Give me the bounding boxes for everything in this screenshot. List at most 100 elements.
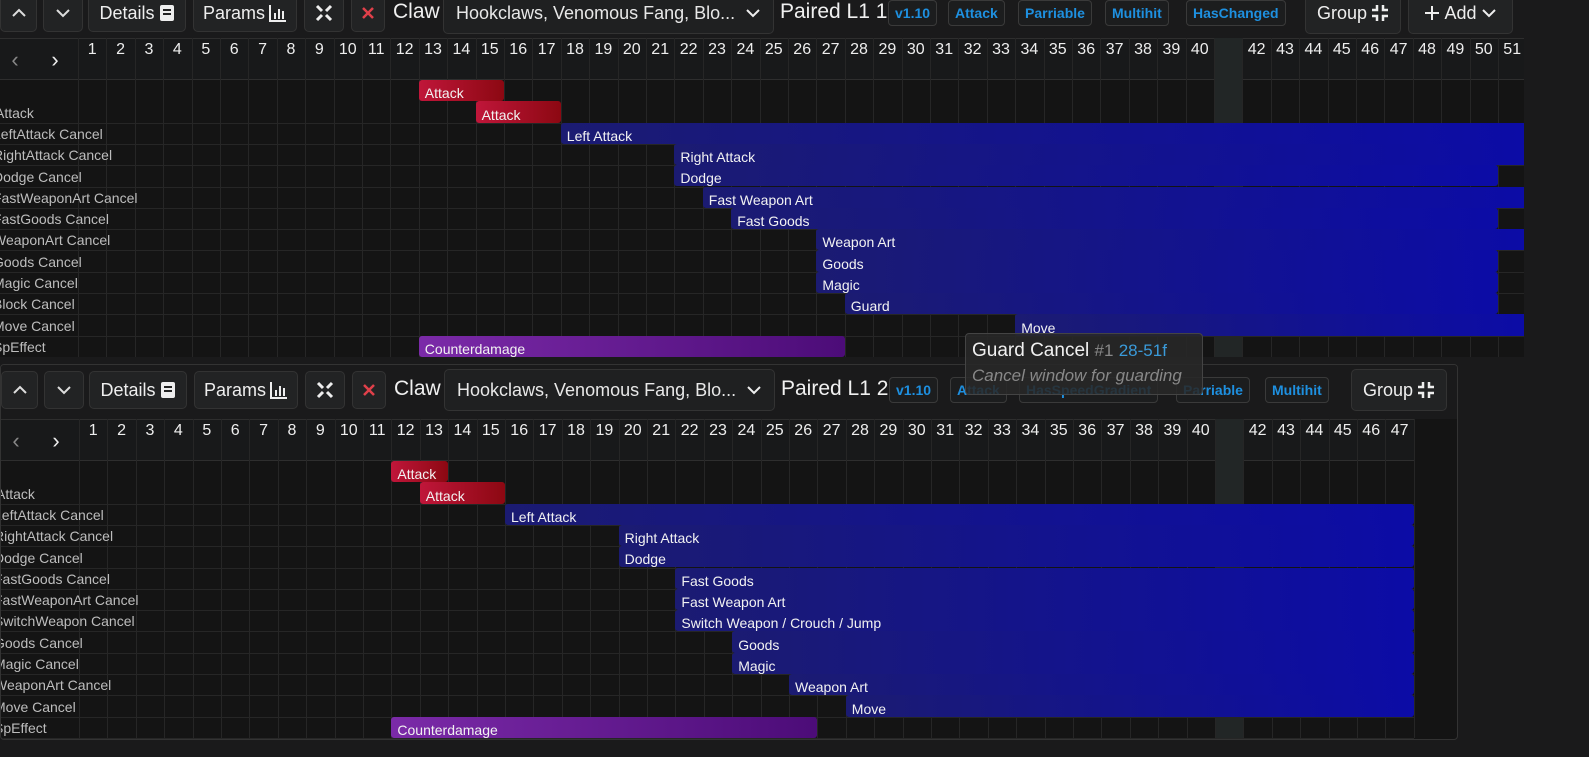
frame-number[interactable]: 47 <box>1385 422 1413 440</box>
frame-number[interactable]: 6 <box>220 41 248 59</box>
frame-number[interactable]: 4 <box>164 422 192 440</box>
frame-number[interactable]: 34 <box>1015 41 1043 59</box>
frame-number[interactable]: 51 <box>1498 41 1524 59</box>
frame-number[interactable]: 2 <box>107 422 135 440</box>
frame-number[interactable]: 20 <box>619 422 647 440</box>
frame-number[interactable]: 15 <box>477 422 505 440</box>
frame-number[interactable]: 10 <box>334 41 362 59</box>
group-button[interactable]: Group <box>1305 0 1401 34</box>
frame-number[interactable]: 37 <box>1101 422 1129 440</box>
frame-number[interactable]: 27 <box>817 422 845 440</box>
timeline-bar-cancel[interactable]: Move <box>845 695 1414 717</box>
frame-number[interactable]: 49 <box>1441 41 1469 59</box>
timeline-bar-cancel[interactable]: Goods <box>732 631 1414 653</box>
frame-number[interactable]: 40 <box>1186 41 1214 59</box>
timeline-bar-attack[interactable]: Attack <box>419 482 505 504</box>
weapon-select[interactable]: Hookclaws, Venomous Fang, Blo... <box>444 369 775 411</box>
frame-number[interactable]: 14 <box>448 422 476 440</box>
frame-number[interactable]: 50 <box>1470 41 1498 59</box>
frame-number[interactable]: 29 <box>873 41 901 59</box>
frame-number[interactable]: 19 <box>590 422 618 440</box>
frame-number[interactable]: 3 <box>135 41 163 59</box>
frame-number[interactable]: 5 <box>193 422 221 440</box>
timeline-bar-cancel[interactable]: Dodge <box>618 546 1414 568</box>
frame-number[interactable]: 46 <box>1356 41 1384 59</box>
frame-number[interactable]: 24 <box>731 41 759 59</box>
frame-number[interactable]: 23 <box>703 41 731 59</box>
collapse-button[interactable] <box>304 0 344 32</box>
frame-number[interactable]: 26 <box>789 422 817 440</box>
frame-number[interactable]: 30 <box>903 422 931 440</box>
frame-number[interactable]: 46 <box>1357 422 1385 440</box>
remove-button[interactable] <box>351 0 385 32</box>
frame-number[interactable]: 33 <box>988 422 1016 440</box>
frame-number[interactable]: 25 <box>760 41 788 59</box>
collapse-button[interactable] <box>305 371 345 409</box>
frame-number[interactable]: 3 <box>136 422 164 440</box>
frame-number[interactable]: 31 <box>930 41 958 59</box>
timeline-bar-cancel[interactable]: Left Attack <box>505 503 1414 525</box>
frame-number[interactable]: 48 <box>1413 41 1441 59</box>
frame-number[interactable]: 47 <box>1384 41 1412 59</box>
timeline-bar-cancel[interactable]: Goods <box>816 250 1498 272</box>
frame-number[interactable]: 32 <box>958 41 986 59</box>
frame-number[interactable]: 7 <box>248 41 276 59</box>
frame-number[interactable]: 6 <box>221 422 249 440</box>
params-button[interactable]: Params <box>193 0 297 32</box>
timeline-bar-cancel[interactable]: Right Attack <box>618 524 1414 547</box>
frame-number[interactable]: 38 <box>1130 422 1158 440</box>
frame-number[interactable]: 16 <box>505 422 533 440</box>
frame-number[interactable]: 17 <box>532 41 560 59</box>
timeline-bar-cancel[interactable]: Right Attack <box>674 143 1524 166</box>
params-button[interactable]: Params <box>194 371 298 409</box>
frame-number[interactable]: 21 <box>647 422 675 440</box>
frame-number[interactable]: 32 <box>959 422 987 440</box>
frame-number[interactable]: 36 <box>1073 422 1101 440</box>
frame-number[interactable]: 9 <box>306 422 334 440</box>
timeline-bar-cancel[interactable]: Weapon Art <box>816 229 1524 251</box>
frame-number[interactable]: 14 <box>447 41 475 59</box>
frame-number[interactable]: 27 <box>816 41 844 59</box>
frame-number[interactable]: 18 <box>561 41 589 59</box>
frame-number[interactable]: 30 <box>902 41 930 59</box>
frame-number[interactable]: 23 <box>704 422 732 440</box>
next-frame-button[interactable]: › <box>40 47 70 73</box>
move-down-button[interactable] <box>43 0 83 32</box>
frame-number[interactable]: 31 <box>931 422 959 440</box>
frame-number[interactable]: 12 <box>391 422 419 440</box>
frame-number[interactable]: 15 <box>476 41 504 59</box>
frame-number[interactable]: 43 <box>1271 41 1299 59</box>
frame-number[interactable]: 42 <box>1243 422 1271 440</box>
frame-number[interactable]: 13 <box>419 41 447 59</box>
next-frame-button[interactable]: › <box>41 428 71 454</box>
frame-number[interactable]: 17 <box>533 422 561 440</box>
frame-number[interactable]: 36 <box>1072 41 1100 59</box>
frame-number[interactable]: 28 <box>845 41 873 59</box>
timeline-bar-cancel[interactable]: Fast Weapon Art <box>702 186 1524 208</box>
frame-number[interactable]: 2 <box>106 41 134 59</box>
timeline-bar-cancel[interactable]: Magic <box>816 271 1498 293</box>
frame-number[interactable]: 21 <box>646 41 674 59</box>
prev-frame-button[interactable]: ‹ <box>1 428 31 454</box>
frame-number[interactable]: 1 <box>78 41 106 59</box>
frame-number[interactable]: 8 <box>277 41 305 59</box>
timeline-bar-cancel[interactable]: Fast Goods <box>731 207 1498 230</box>
frame-number[interactable]: 39 <box>1158 422 1186 440</box>
frame-number[interactable]: 4 <box>163 41 191 59</box>
prev-frame-button[interactable]: ‹ <box>0 47 30 73</box>
frame-number[interactable]: 7 <box>249 422 277 440</box>
frame-number[interactable]: 22 <box>675 422 703 440</box>
frame-number[interactable]: 22 <box>674 41 702 59</box>
remove-button[interactable] <box>352 371 386 409</box>
frame-number[interactable]: 12 <box>390 41 418 59</box>
timeline-bar-attack[interactable]: Attack <box>475 101 561 123</box>
frame-number[interactable]: 20 <box>618 41 646 59</box>
timeline-bar-cancel[interactable]: Fast Goods <box>675 567 1414 589</box>
timeline-bar-cancel[interactable]: Dodge <box>674 165 1498 187</box>
frame-number[interactable]: 39 <box>1157 41 1185 59</box>
frame-number[interactable]: 34 <box>1016 422 1044 440</box>
timeline-bar-speffect[interactable]: Counterdamage <box>391 716 818 738</box>
details-button[interactable]: Details <box>89 371 187 409</box>
frame-number[interactable]: 44 <box>1299 41 1327 59</box>
frame-number[interactable]: 35 <box>1045 422 1073 440</box>
